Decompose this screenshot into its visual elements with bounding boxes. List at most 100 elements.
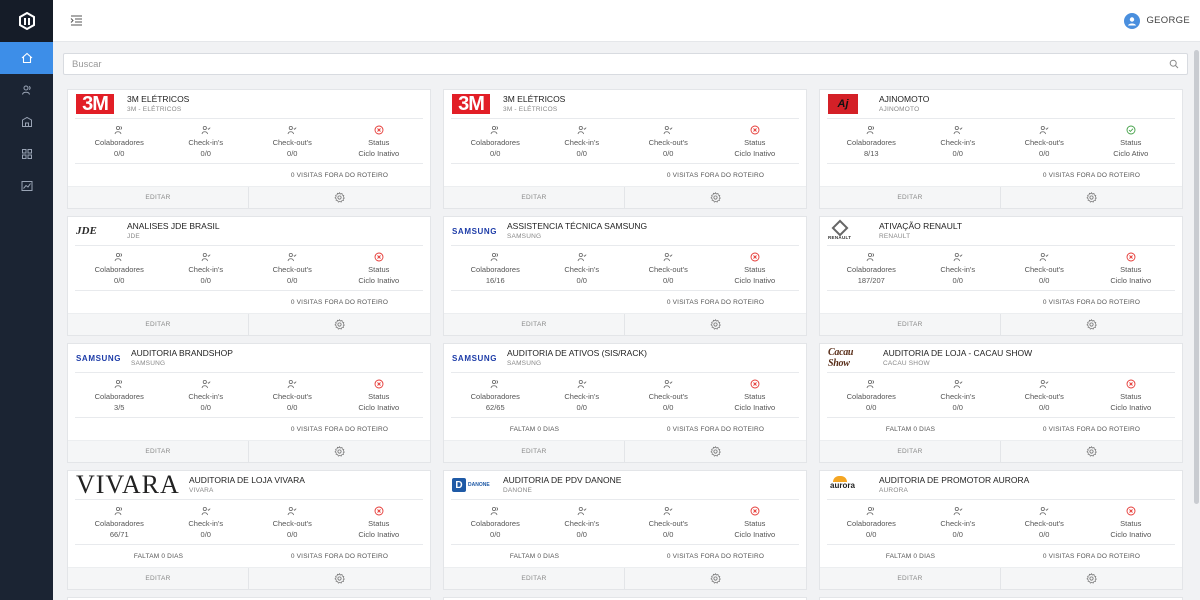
stat-value: 62/65: [485, 403, 505, 412]
gear-icon: [1086, 446, 1097, 457]
edit-button[interactable]: EDITAR: [444, 568, 625, 589]
app-logo[interactable]: [0, 0, 53, 42]
visits-outside-route: 0 VISITAS FORA DO ROTEIRO: [666, 552, 765, 560]
settings-button[interactable]: [625, 441, 806, 462]
edit-button[interactable]: EDITAR: [820, 568, 1001, 589]
status-value: Ciclo Inativo: [358, 276, 400, 285]
campaign-card: Aj AJINOMOTO AJINOMOTO Colaboradores 8/1…: [819, 89, 1183, 209]
brand-logo-samsung: SAMSUNG: [452, 353, 498, 363]
stat-label: Check-in's: [564, 138, 600, 147]
edit-button[interactable]: EDITAR: [68, 568, 249, 589]
edit-button[interactable]: EDITAR: [820, 314, 1001, 335]
user-icon: [1128, 16, 1137, 25]
settings-button[interactable]: [249, 314, 430, 335]
brand-logo-aurora: aurora: [830, 475, 855, 490]
card-subtitle: DANONE: [503, 487, 533, 494]
stat-checkins: Check-in's 0/0: [163, 251, 250, 290]
stat-value: 0/0: [663, 530, 674, 539]
search-input[interactable]: [72, 58, 1169, 70]
stat-colaboradores: Colaboradores 0/0: [76, 124, 163, 163]
settings-button[interactable]: [625, 568, 806, 589]
status-value: Ciclo Inativo: [358, 403, 400, 412]
edit-button[interactable]: EDITAR: [444, 187, 625, 208]
user-check-icon: [1039, 125, 1049, 135]
users-icon: [866, 252, 875, 262]
brand-logo-samsung: SAMSUNG: [76, 353, 122, 363]
card-subtitle: JDE: [127, 233, 140, 240]
settings-button[interactable]: [249, 441, 430, 462]
visits-outside-route: 0 VISITAS FORA DO ROTEIRO: [666, 298, 765, 306]
settings-button[interactable]: [1001, 441, 1182, 462]
user-check-icon: [577, 252, 587, 262]
app-logo-icon: [18, 12, 35, 30]
user-check-icon: [577, 506, 587, 516]
card-info-row: FALTAM 0 DIAS 0 VISITAS FORA DO ROTEIRO: [68, 545, 430, 567]
stat-checkins: Check-in's 0/0: [539, 505, 626, 544]
x-circle-icon: [374, 379, 384, 389]
nav-users[interactable]: [0, 74, 53, 106]
edit-button[interactable]: EDITAR: [820, 441, 1001, 462]
settings-button[interactable]: [1001, 187, 1182, 208]
stat-checkins: Check-in's 0/0: [915, 251, 1002, 290]
stat-label: Colaboradores: [470, 265, 520, 274]
stat-label: Check-in's: [940, 138, 976, 147]
settings-button[interactable]: [1001, 314, 1182, 335]
card-actions: EDITAR: [68, 313, 430, 335]
stat-label: Check-in's: [940, 392, 976, 401]
nav-store[interactable]: [0, 106, 53, 138]
brand-logo-cacau-show: Cacau Show: [828, 347, 854, 369]
edit-button[interactable]: EDITAR: [68, 441, 249, 462]
card-stats: Colaboradores 8/13 Check-in's 0/0 Check-…: [820, 119, 1182, 163]
card-actions: EDITAR: [444, 186, 806, 208]
stat-value: 0/0: [287, 149, 298, 158]
search-box: [63, 53, 1188, 75]
status-icon: [374, 505, 384, 517]
nav-reports[interactable]: [0, 170, 53, 202]
stat-checkins: Check-in's 0/0: [915, 378, 1002, 417]
settings-button[interactable]: [625, 187, 806, 208]
card-stats: Colaboradores 16/16 Check-in's 0/0 Check…: [444, 246, 806, 290]
card-stats: Colaboradores 0/0 Check-in's 0/0 Check-o…: [68, 246, 430, 290]
settings-button[interactable]: [249, 568, 430, 589]
nav-grid[interactable]: [0, 138, 53, 170]
edit-button[interactable]: EDITAR: [68, 187, 249, 208]
status-icon: [1126, 124, 1136, 136]
brand-logo: SAMSUNG: [452, 348, 498, 368]
x-circle-icon: [1126, 252, 1136, 262]
menu-toggle-button[interactable]: [69, 14, 83, 28]
edit-button[interactable]: EDITAR: [444, 314, 625, 335]
stat-label: Check-out's: [1024, 519, 1064, 528]
stat-checkouts: Check-out's 0/0: [625, 251, 712, 290]
stat-label: Colaboradores: [846, 392, 896, 401]
search-icon[interactable]: [1169, 59, 1179, 69]
stat-value: 0/0: [952, 276, 963, 285]
stat-value: 0/0: [200, 530, 211, 539]
stat-label: Check-out's: [648, 265, 688, 274]
stat-colaboradores: Colaboradores 0/0: [452, 505, 539, 544]
settings-button[interactable]: [625, 314, 806, 335]
settings-button[interactable]: [1001, 568, 1182, 589]
nav-home[interactable]: [0, 42, 53, 74]
brand-logo-samsung: SAMSUNG: [452, 226, 498, 236]
status-icon: [374, 251, 384, 263]
campaign-card: RENAULT ATIVAÇÃO RENAULT RENAULT Colabor…: [819, 216, 1183, 336]
stat-label: Check-out's: [1024, 265, 1064, 274]
stat-status: Status Ciclo Inativo: [712, 124, 799, 163]
edit-button[interactable]: EDITAR: [68, 314, 249, 335]
stat-checkouts: Check-out's 0/0: [625, 505, 712, 544]
stat-label: Colaboradores: [470, 138, 520, 147]
stat-checkins: Check-in's 0/0: [915, 505, 1002, 544]
stat-checkouts: Check-out's 0/0: [625, 124, 712, 163]
stat-label: Colaboradores: [94, 392, 144, 401]
users-icon: [866, 125, 875, 135]
edit-button[interactable]: EDITAR: [820, 187, 1001, 208]
edit-button[interactable]: EDITAR: [444, 441, 625, 462]
status-icon: [1126, 378, 1136, 390]
stat-checkouts: Check-out's 0/0: [249, 505, 336, 544]
user-menu[interactable]: GEORGE: [1124, 12, 1190, 29]
card-info-row: FALTAM 0 DIAS 0 VISITAS FORA DO ROTEIRO: [820, 418, 1182, 440]
settings-button[interactable]: [249, 187, 430, 208]
stat-value: 0/0: [114, 276, 125, 285]
user-check-icon: [953, 252, 963, 262]
scrollbar[interactable]: [1194, 50, 1199, 504]
